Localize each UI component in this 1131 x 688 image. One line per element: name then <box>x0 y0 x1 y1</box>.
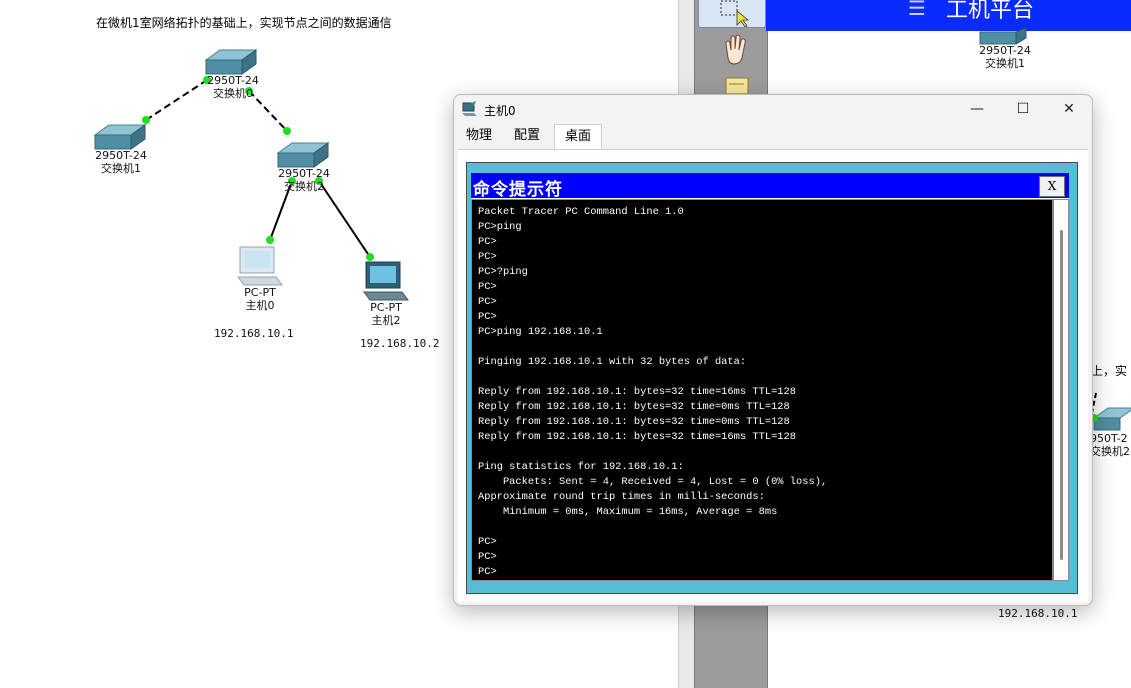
right-switch-model: 2950T-24 <box>979 44 1031 57</box>
console-output[interactable]: Packet Tracer PC Command Line 1.0 PC>ping… <box>471 199 1053 581</box>
select-tool-button[interactable] <box>698 0 766 28</box>
switch-icon <box>276 142 330 168</box>
hand-tool-button[interactable] <box>698 30 764 70</box>
switch-icon <box>204 49 258 75</box>
console-line: Approximate round trip times in milli-se… <box>478 491 765 503</box>
switch0-label: 2950T-24 交换机0 <box>195 74 271 100</box>
menu-icon[interactable]: ☰ <box>908 0 926 20</box>
cmd-titlebar: 命令提示符 X <box>471 173 1069 200</box>
console-line: PC> <box>478 281 497 293</box>
pc-icon <box>237 246 283 286</box>
dialog-title: 主机0 <box>484 104 516 118</box>
right-switch-label: 2950T-24 交换机1 <box>970 44 1040 70</box>
pc2-label: PC-PT 主机2 <box>348 301 424 327</box>
console-line: Ping statistics for 192.168.10.1: <box>478 461 684 473</box>
tab-desktop[interactable]: 桌面 <box>554 124 602 149</box>
pc2-ip: 192.168.10.2 <box>360 337 440 350</box>
switch1-model: 2950T-24 <box>95 149 147 162</box>
note-tool-icon <box>725 77 749 95</box>
console-line: PC>ping 192.168.10.1 <box>478 326 603 338</box>
switch1-name: 交换机1 <box>101 162 141 175</box>
right-partial-switch-model: 950T-2 <box>1090 432 1128 445</box>
right-switch-name: 交换机1 <box>985 57 1025 70</box>
maximize-button[interactable]: ☐ <box>1000 95 1046 123</box>
cmd-title: 命令提示符 <box>473 180 563 200</box>
cmd-close-button[interactable]: X <box>1039 176 1065 197</box>
console-line: Pinging 192.168.10.1 with 32 bytes of da… <box>478 356 747 368</box>
console-line: Reply from 192.168.10.1: bytes=32 time=1… <box>478 431 797 443</box>
switch-icon <box>93 124 147 150</box>
right-partial-switch-label: 950T-2 交换机2 <box>1090 432 1131 458</box>
pc-icon <box>363 261 409 301</box>
top-banner: ☰ 工机平台 <box>766 0 1131 31</box>
switch2-label: 2950T-24 交换机2 <box>266 167 342 193</box>
console-line: PC> <box>478 311 497 323</box>
pc0-name: 主机0 <box>245 299 275 312</box>
console-line: PC>?ping <box>478 266 528 278</box>
console-line: Reply from 192.168.10.1: bytes=32 time=0… <box>478 416 790 428</box>
right-ip: 192.168.10.1 <box>998 607 1078 620</box>
pc0-label: PC-PT 主机0 <box>222 286 298 312</box>
console-line: Packet Tracer PC Command Line 1.0 <box>478 206 684 218</box>
scrollbar-thumb[interactable] <box>1060 230 1063 560</box>
console-line: PC> <box>478 236 497 248</box>
pc-app-icon <box>462 101 477 116</box>
switch2-name: 交换机2 <box>284 180 324 193</box>
switch1-label: 2950T-24 交换机1 <box>83 149 159 175</box>
hand-tool-icon <box>725 34 746 65</box>
command-prompt-window: 命令提示符 X Packet Tracer PC Command Line 1.… <box>471 173 1069 581</box>
switch0-model: 2950T-24 <box>207 74 259 87</box>
right-partial-title: 上，实 <box>1091 364 1128 378</box>
pc0-ip: 192.168.10.1 <box>214 327 294 340</box>
console-text: Packet Tracer PC Command Line 1.0 PC>ping… <box>478 205 827 580</box>
switch2-model: 2950T-24 <box>278 167 330 180</box>
select-tool-icon <box>720 0 750 28</box>
console-line: PC> <box>478 251 497 263</box>
console-line: PC> <box>478 566 497 578</box>
console-line: PC>ping <box>478 221 522 233</box>
pc2-name: 主机2 <box>371 314 401 327</box>
banner-text: 工机平台 <box>946 0 1035 23</box>
console-line: Reply from 192.168.10.1: bytes=32 time=0… <box>478 401 790 413</box>
tab-physical[interactable]: 物理 <box>458 124 500 148</box>
pc0-model: PC-PT <box>244 286 276 299</box>
switch-icon <box>1092 407 1131 431</box>
console-line: Minimum = 0ms, Maximum = 16ms, Average =… <box>478 506 778 518</box>
right-partial-switch-name: 交换机2 <box>1090 445 1130 458</box>
console-line: PC> <box>478 536 497 548</box>
minimize-button[interactable]: — <box>954 95 1000 123</box>
console-line: Packets: Sent = 4, Received = 4, Lost = … <box>478 476 828 488</box>
console-line: PC> <box>478 551 497 563</box>
console-line: Reply from 192.168.10.1: bytes=32 time=1… <box>478 386 797 398</box>
switch-icon <box>979 28 1027 45</box>
pc0-dialog: 主机0 — ☐ ✕ 物理 配置 桌面 命令提示符 X Packet Tracer… <box>453 94 1093 606</box>
tab-config[interactable]: 配置 <box>506 124 548 148</box>
console-line: PC> <box>478 296 497 308</box>
desktop-tab-panel: 命令提示符 X Packet Tracer PC Command Line 1.… <box>458 149 1088 602</box>
switch0-name: 交换机0 <box>213 87 253 100</box>
console-scrollbar[interactable] <box>1053 199 1069 581</box>
close-button[interactable]: ✕ <box>1046 95 1092 123</box>
desktop-area: 命令提示符 X Packet Tracer PC Command Line 1.… <box>466 162 1078 594</box>
pc2-model: PC-PT <box>370 301 402 314</box>
